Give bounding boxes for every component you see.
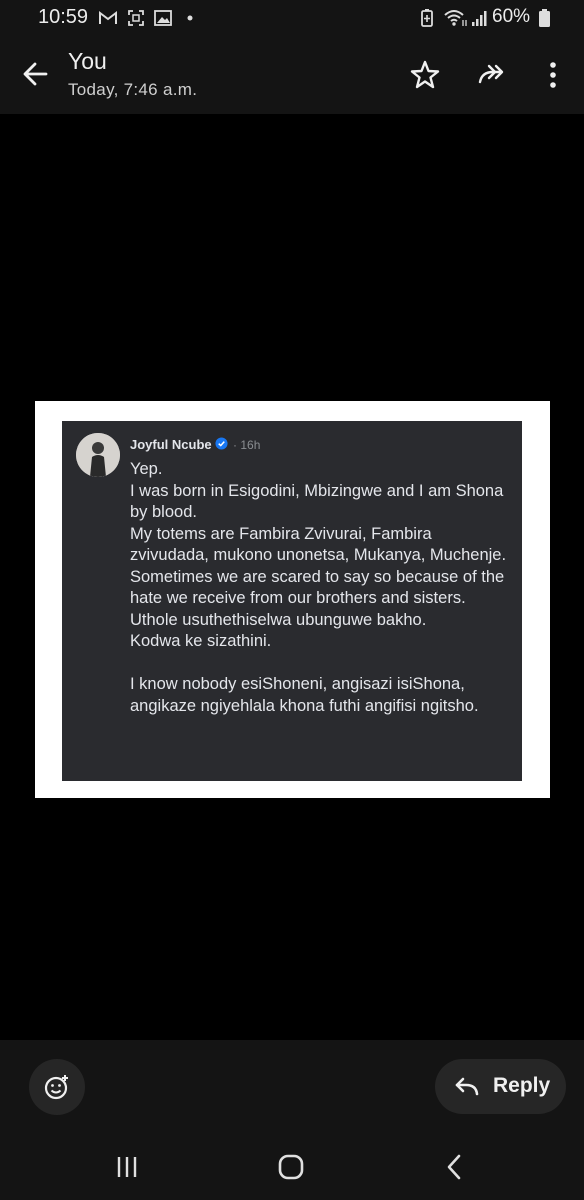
battery-icon bbox=[539, 9, 550, 27]
app-bar: You Today, 7:46 a.m. bbox=[0, 38, 584, 114]
comment-age-value: 16h bbox=[240, 438, 261, 452]
home-icon[interactable] bbox=[276, 1152, 306, 1182]
system-nav-bar bbox=[0, 1132, 584, 1200]
recent-apps-icon[interactable] bbox=[112, 1152, 142, 1182]
more-icon[interactable] bbox=[536, 58, 570, 92]
dot-icon bbox=[187, 15, 193, 21]
comment-author: Joyful Ncube bbox=[130, 437, 212, 452]
comment-age: · 16h bbox=[233, 438, 261, 452]
reply-button[interactable]: Reply bbox=[435, 1059, 566, 1114]
attached-image[interactable]: Joyful Ncube · 16h Yep. I was born in Es… bbox=[35, 401, 550, 798]
gallery-icon bbox=[154, 10, 172, 26]
comment-text: Yep. I was born in Esigodini, Mbizingwe … bbox=[130, 460, 507, 715]
back-icon[interactable] bbox=[18, 56, 54, 92]
avatar bbox=[76, 433, 120, 477]
message-timestamp: Today, 7:46 a.m. bbox=[68, 80, 198, 99]
bottom-bar: Reply bbox=[0, 1040, 584, 1132]
status-bar: 10:59 60% bbox=[0, 0, 584, 38]
verified-badge-icon bbox=[215, 437, 228, 450]
screenshot-icon bbox=[128, 10, 144, 26]
signal-icon bbox=[472, 11, 487, 26]
nav-back-icon[interactable] bbox=[440, 1152, 470, 1182]
add-emoji-icon bbox=[44, 1075, 68, 1100]
person-silhouette-icon bbox=[76, 433, 120, 477]
reply-icon bbox=[455, 1077, 479, 1096]
sender-name: You bbox=[68, 48, 107, 74]
reply-label: Reply bbox=[493, 1074, 551, 1097]
emoji-reaction-button[interactable] bbox=[29, 1059, 85, 1115]
status-time: 10:59 bbox=[38, 6, 89, 28]
wifi-icon bbox=[444, 10, 467, 26]
star-icon[interactable] bbox=[408, 58, 442, 92]
gmail-icon bbox=[99, 11, 117, 24]
battery-percent: 60% bbox=[492, 6, 531, 27]
facebook-comment: Joyful Ncube · 16h Yep. I was born in Es… bbox=[62, 421, 522, 781]
battery-saver-icon bbox=[421, 9, 433, 27]
forward-icon[interactable] bbox=[475, 58, 509, 92]
